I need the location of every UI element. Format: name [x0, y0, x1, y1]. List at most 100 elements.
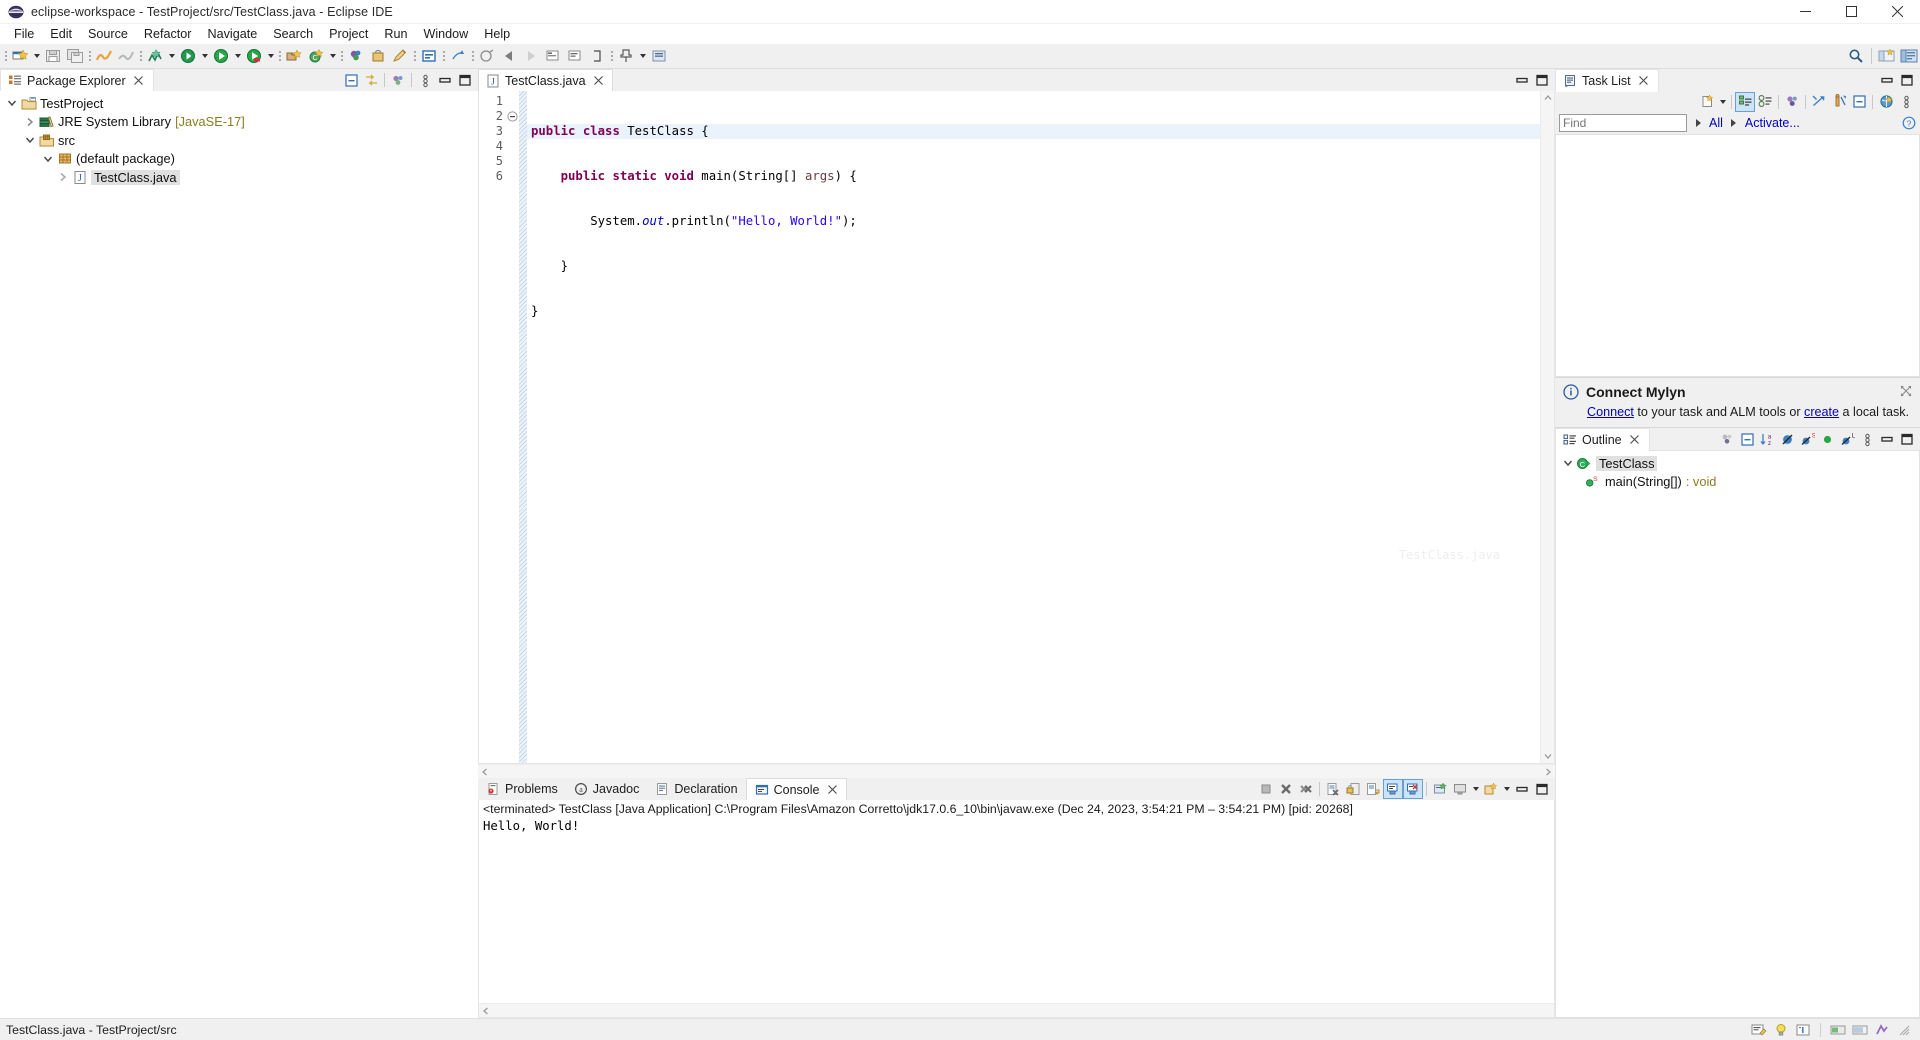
toolbar-grip-9[interactable]	[609, 48, 614, 64]
scroll-left-icon[interactable]	[479, 1007, 493, 1015]
help-icon[interactable]: ?	[1902, 116, 1916, 130]
new-class-dropdown[interactable]	[327, 45, 338, 67]
activate-link[interactable]: Activate...	[1745, 116, 1800, 130]
close-icon[interactable]	[1900, 385, 1912, 397]
minimize-view-button[interactable]	[1877, 429, 1897, 449]
hide-static-button[interactable]: S	[1797, 429, 1817, 449]
toggle-breadcrumb-button[interactable]	[542, 45, 564, 67]
forward-button[interactable]	[520, 45, 542, 67]
previous-annotation-button[interactable]	[447, 45, 469, 67]
list-item[interactable]: C TestClass	[1556, 454, 1919, 473]
word-wrap-button[interactable]	[1363, 779, 1383, 799]
chevron-right-icon[interactable]	[1693, 119, 1703, 127]
pin-dropdown[interactable]	[637, 45, 648, 67]
focus-on-workweek-button[interactable]	[1782, 92, 1802, 112]
back-button[interactable]	[498, 45, 520, 67]
toolbar-grip-7[interactable]	[441, 48, 446, 64]
toolbar-grip-2[interactable]	[87, 48, 92, 64]
console-horizontal-scrollbar[interactable]	[479, 1003, 1554, 1017]
hide-fields-button[interactable]	[1777, 429, 1797, 449]
build-project-button[interactable]	[115, 45, 137, 67]
toolbar-grip[interactable]	[3, 48, 8, 64]
new-java-project-button[interactable]	[144, 45, 166, 67]
new-java-project-dropdown[interactable]	[166, 45, 177, 67]
pin-console-button[interactable]	[1430, 779, 1450, 799]
java-perspective-button[interactable]	[1898, 45, 1920, 67]
maximize-view-button[interactable]	[455, 70, 475, 90]
open-console-dropdown[interactable]	[1501, 778, 1512, 800]
remove-all-terminated-button[interactable]	[1296, 779, 1316, 799]
close-icon[interactable]	[1629, 434, 1641, 446]
tip-indicator[interactable]	[1771, 1020, 1791, 1040]
clear-console-button[interactable]	[1323, 779, 1343, 799]
resize-handle-icon[interactable]	[1894, 1020, 1914, 1040]
menu-help[interactable]: Help	[476, 24, 518, 44]
show-whitespace-button[interactable]	[564, 45, 586, 67]
find-input[interactable]	[1559, 114, 1687, 132]
chevron-down-icon[interactable]	[40, 151, 56, 167]
heap-status[interactable]	[1850, 1020, 1870, 1040]
external-tools-button[interactable]	[648, 45, 670, 67]
open-perspective-button[interactable]	[1876, 45, 1898, 67]
menu-edit[interactable]: Edit	[42, 24, 80, 44]
restore-editor-button[interactable]	[1512, 70, 1532, 90]
tree-row[interactable]: J TestClass.java	[0, 168, 478, 187]
debug-button[interactable]	[177, 45, 199, 67]
toolbar-grip-3[interactable]	[138, 48, 143, 64]
tree-row[interactable]: JRE System Library [JavaSE-17]	[0, 113, 478, 132]
open-console-button[interactable]	[1481, 779, 1501, 799]
tab-javadoc[interactable]: a Javadoc	[566, 778, 648, 800]
build-all-button[interactable]	[93, 45, 115, 67]
collapse-all-button[interactable]	[1737, 429, 1757, 449]
minimize-view-button[interactable]	[1877, 70, 1897, 90]
maximize-button[interactable]	[1828, 0, 1874, 24]
minimize-button[interactable]	[1782, 0, 1828, 24]
menu-project[interactable]: Project	[321, 24, 376, 44]
scroll-track[interactable]	[1541, 105, 1554, 749]
scroll-lock-button[interactable]	[1343, 779, 1363, 799]
filter-all-link[interactable]: All	[1709, 116, 1723, 130]
terminate-button[interactable]	[1256, 779, 1276, 799]
chevron-down-icon[interactable]	[1560, 455, 1576, 471]
menu-run[interactable]: Run	[376, 24, 415, 44]
categorized-presentation-button[interactable]	[1735, 91, 1755, 112]
coverage-button[interactable]	[243, 45, 265, 67]
fold-collapse-icon[interactable]	[505, 109, 519, 124]
save-button[interactable]	[42, 45, 64, 67]
remove-launch-button[interactable]	[1276, 779, 1296, 799]
editor-body[interactable]: 1 2 3 4 5 6 public class TestClass {pub…	[478, 91, 1555, 764]
new-button[interactable]	[9, 45, 31, 67]
tree-row[interactable]: (default package)	[0, 150, 478, 169]
last-edit-location-button[interactable]	[389, 45, 411, 67]
view-menu-button[interactable]	[1896, 92, 1916, 112]
hide-local-types-button[interactable]: L	[1837, 429, 1857, 449]
editor-vertical-scrollbar[interactable]	[1540, 91, 1554, 763]
maximize-editor-button[interactable]	[1532, 70, 1552, 90]
collapse-all-button[interactable]	[1849, 92, 1869, 112]
show-console-on-error-button[interactable]	[1403, 779, 1423, 799]
new-dropdown[interactable]	[31, 45, 42, 67]
folding-ruler[interactable]	[505, 91, 519, 763]
menu-navigate[interactable]: Navigate	[200, 24, 266, 44]
new-class-button[interactable]: C	[305, 45, 327, 67]
display-selected-console-button[interactable]	[1450, 779, 1470, 799]
synchronize-changed-button[interactable]	[1809, 92, 1829, 112]
hide-nonpublic-button[interactable]	[1817, 429, 1837, 449]
toolbar-grip-8[interactable]	[470, 48, 475, 64]
menu-refactor[interactable]: Refactor	[136, 24, 200, 44]
toggle-mark-occurrences-button[interactable]	[418, 45, 440, 67]
toolbar-grip-6[interactable]	[412, 48, 417, 64]
code-text[interactable]: public class TestClass { public static v…	[527, 91, 1540, 763]
view-menu-button[interactable]	[415, 70, 435, 90]
toolbar-grip-4[interactable]	[277, 48, 282, 64]
close-icon[interactable]	[1638, 75, 1650, 87]
insert-mode-indicator[interactable]	[1793, 1020, 1813, 1040]
new-package-button[interactable]	[283, 45, 305, 67]
minimize-view-button[interactable]	[435, 70, 455, 90]
maximize-view-button[interactable]	[1897, 429, 1917, 449]
new-task-dropdown[interactable]	[1717, 91, 1728, 113]
new-task-button[interactable]	[1697, 92, 1717, 112]
debug-dropdown[interactable]	[199, 45, 210, 67]
scroll-left-icon[interactable]	[478, 768, 492, 776]
chevron-down-icon[interactable]	[4, 95, 20, 111]
